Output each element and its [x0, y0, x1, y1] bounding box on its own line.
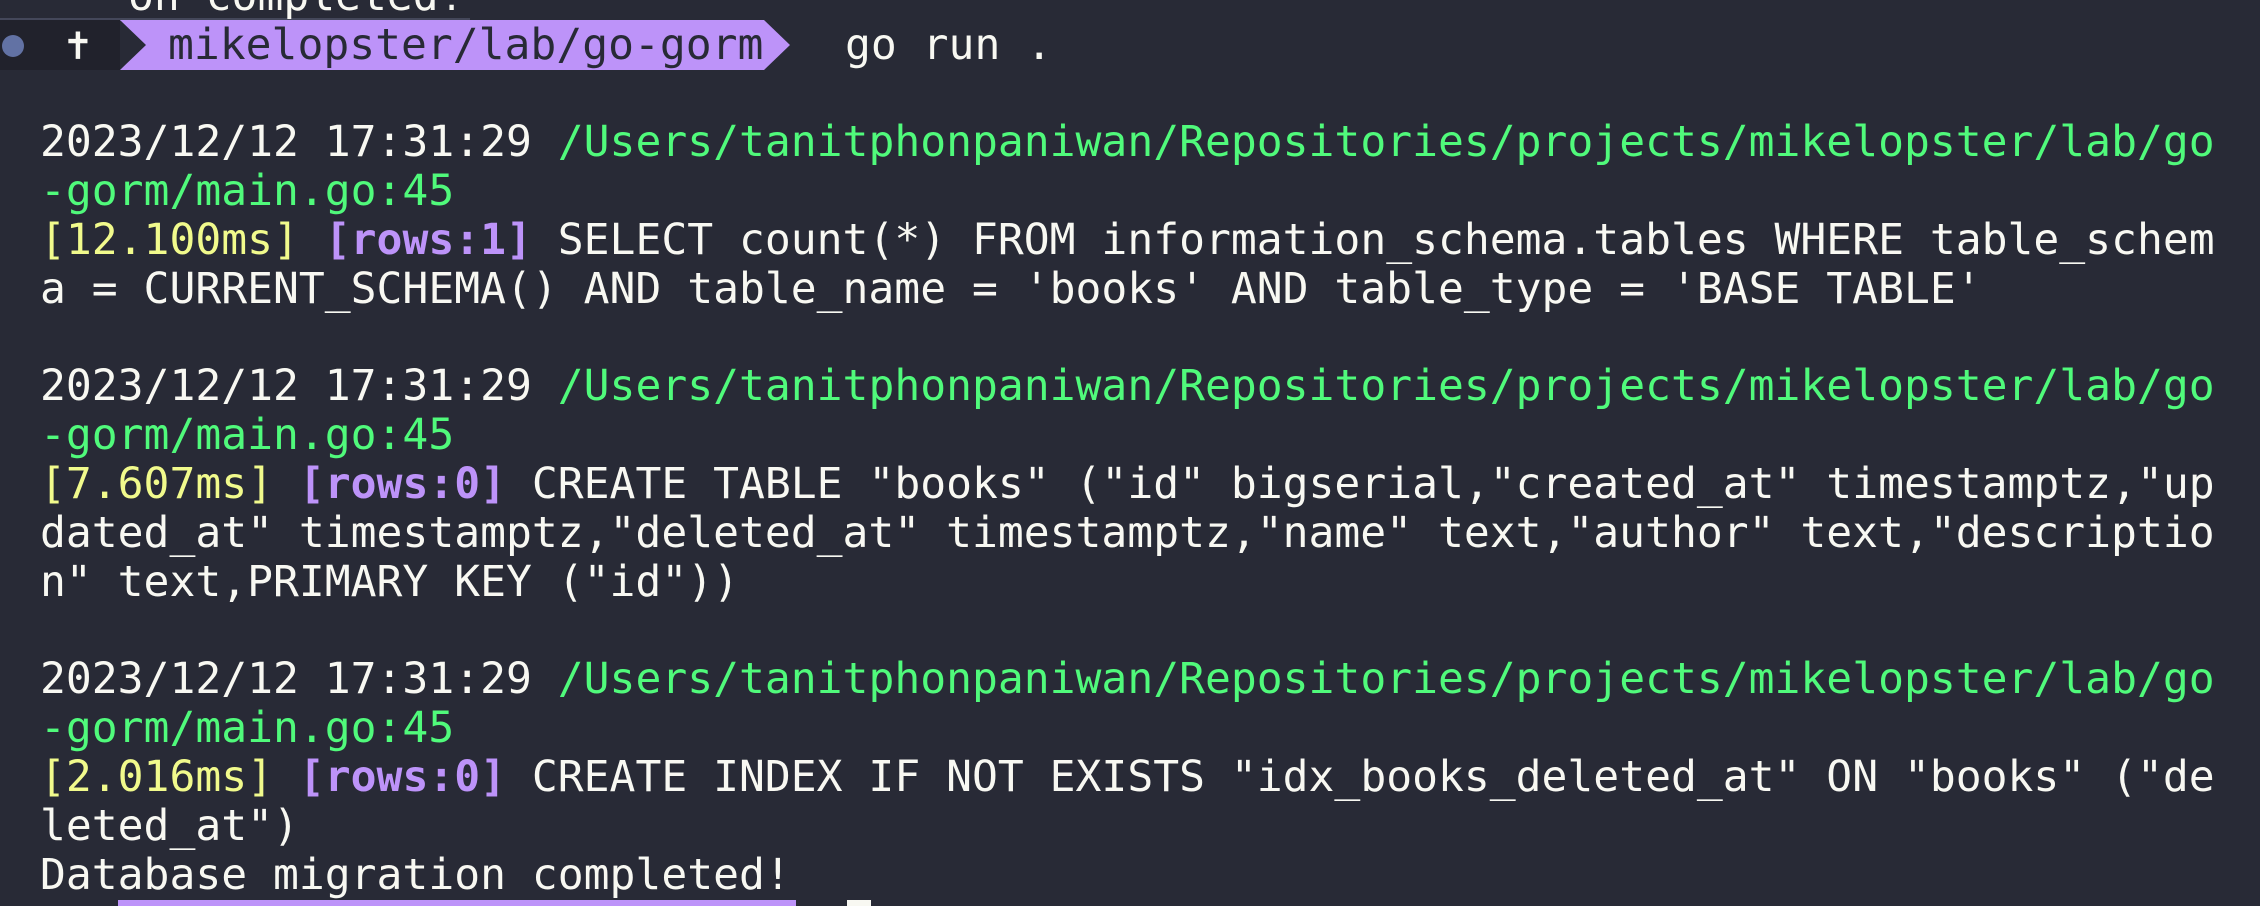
log-source-path: /Users/tanitphonpaniwan/Repositories/pro… [557, 654, 2215, 704]
log-duration: [7.607ms] [40, 459, 273, 509]
log-rows: [rows:0] [298, 459, 506, 509]
log-rows: [rows:0] [298, 752, 506, 802]
log-source-path: /Users/tanitphonpaniwan/Repositories/pro… [557, 117, 2215, 167]
log-header-line: 2023/12/12 17:31:29 /Users/tanitphonpani… [40, 655, 2215, 704]
log-sql: CREATE INDEX IF NOT EXISTS "idx_books_de… [531, 752, 2215, 802]
log-sql-cont: a = CURRENT_SCHEMA() AND table_name = 'b… [40, 264, 1982, 314]
log-path-continuation: -gorm/main.go:45 [40, 704, 454, 753]
log-sql-continuation: leted_at") [40, 802, 299, 851]
shell-prompt: ✝ mikelopster/lab/go-gorm go run . [0, 20, 2260, 70]
log-sql: CREATE TABLE "books" ("id" bigserial,"cr… [531, 459, 2215, 509]
prompt-path: mikelopster/lab/go-gorm [120, 20, 790, 70]
previous-output: on completed! [128, 0, 465, 21]
final-message: Database migration completed! [40, 850, 791, 900]
log-sql: SELECT count(*) FROM information_schema.… [557, 215, 2215, 265]
log-path-continuation: -gorm/main.go:45 [40, 167, 454, 216]
log-sql-line: [12.100ms] [rows:1] SELECT count(*) FROM… [40, 216, 2215, 265]
log-timestamp: 2023/12/12 17:31:29 [40, 117, 532, 167]
terminal-window[interactable]: on completed! ✝ mikelopster/lab/go-gorm … [0, 0, 2260, 906]
command-text: go run . [845, 20, 1053, 70]
log-header-line: 2023/12/12 17:31:29 /Users/tanitphonpani… [40, 118, 2215, 167]
log-sql-continuation: a = CURRENT_SCHEMA() AND table_name = 'b… [40, 265, 1982, 314]
log-source-path-cont: -gorm/main.go:45 [40, 166, 455, 216]
log-timestamp: 2023/12/12 17:31:29 [40, 361, 532, 411]
terminal-cursor [847, 900, 871, 906]
os-segment [0, 20, 36, 70]
log-sql-line: [7.607ms] [rows:0] CREATE TABLE "books" … [40, 460, 2215, 509]
log-sql-continuation: n" text,PRIMARY KEY ("id")) [40, 558, 739, 607]
log-sql-cont: leted_at") [40, 801, 299, 851]
log-duration: [2.016ms] [40, 752, 273, 802]
log-sql-continuation: dated_at" timestamptz,"deleted_at" times… [40, 509, 2215, 558]
log-timestamp: 2023/12/12 17:31:29 [40, 654, 532, 704]
log-sql-cont: dated_at" timestamptz,"deleted_at" times… [40, 508, 2215, 558]
log-sql-cont: n" text,PRIMARY KEY ("id")) [40, 557, 739, 607]
log-source-path-cont: -gorm/main.go:45 [40, 410, 455, 460]
cross-icon: ✝ [36, 20, 120, 70]
log-header-line: 2023/12/12 17:31:29 /Users/tanitphonpani… [40, 362, 2215, 411]
log-rows: [rows:1] [324, 215, 532, 265]
log-source-path: /Users/tanitphonpaniwan/Repositories/pro… [557, 361, 2215, 411]
next-prompt-segment [118, 900, 796, 906]
log-sql-line: [2.016ms] [rows:0] CREATE INDEX IF NOT E… [40, 753, 2215, 802]
log-path-continuation: -gorm/main.go:45 [40, 411, 454, 460]
log-source-path-cont: -gorm/main.go:45 [40, 703, 455, 753]
log-duration: [12.100ms] [40, 215, 299, 265]
os-icon [2, 35, 24, 57]
